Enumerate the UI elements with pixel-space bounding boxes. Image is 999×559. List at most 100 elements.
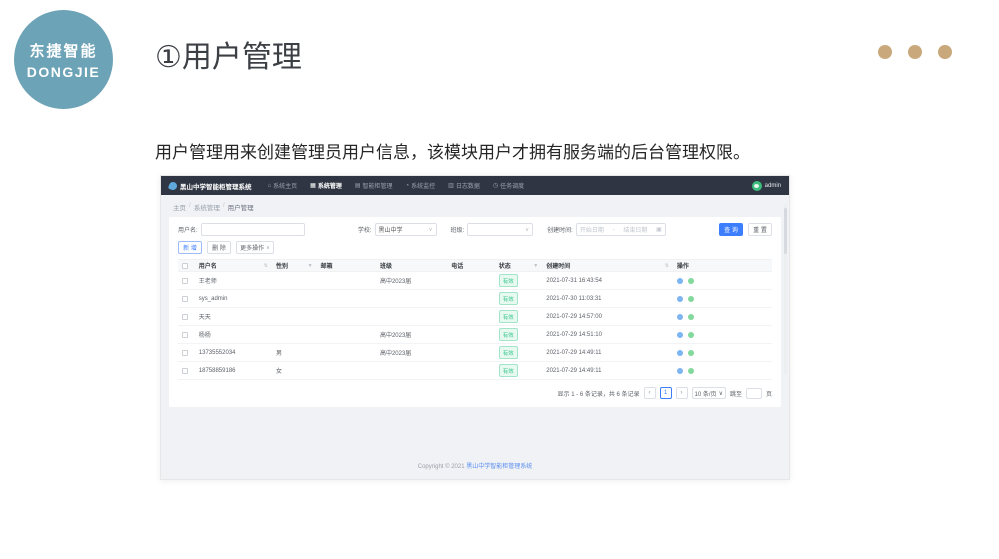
edit-icon[interactable] <box>676 349 683 356</box>
cell-created: 2021-07-29 14:49:11 <box>546 367 602 374</box>
status-badge: 有效 <box>498 292 518 305</box>
filter-bar: 用户名: 学校: 黑山中学 ∨ 班级: ∨ 创建时间: 开始日期 - 结束日期 … <box>178 223 772 236</box>
log-icon: ▥ <box>448 183 454 189</box>
jump-page-input[interactable] <box>745 387 762 399</box>
chevron-down-icon: ∨ <box>718 390 723 397</box>
cell-created: 2021-07-29 14:49:11 <box>546 349 602 356</box>
breadcrumb-section[interactable]: 系统管理 <box>194 202 220 212</box>
row-more-icon[interactable] <box>687 313 694 320</box>
cell-username: 18758859186 <box>198 367 236 374</box>
breadcrumb-home[interactable]: 主页 <box>173 202 186 212</box>
grid-icon: ▦ <box>310 183 316 189</box>
copyright-link[interactable]: 黑山中学智能柜管理系统 <box>466 464 532 470</box>
table-actions: 新 增 删 除 更多操作 ∨ <box>178 241 772 254</box>
row-more-icon[interactable] <box>687 331 694 338</box>
chevron-down-icon: ∨ <box>525 226 530 233</box>
search-button[interactable]: 查 询 <box>719 223 743 236</box>
app-brand[interactable]: 黑山中学智能柜管理系统 <box>167 180 252 191</box>
username-filter-input[interactable] <box>200 223 305 236</box>
avatar <box>751 180 762 191</box>
top-navbar: 黑山中学智能柜管理系统 ⌂ 系统主页 ▦ 系统管理 ▤ 智能柜管理 ◔ 系统监控… <box>161 176 789 195</box>
more-actions-button[interactable]: 更多操作 ∨ <box>236 241 274 254</box>
edit-icon[interactable] <box>676 295 683 302</box>
next-page-button[interactable]: › <box>675 387 688 399</box>
nav-item-home[interactable]: ⌂ 系统主页 <box>268 181 298 191</box>
reset-button[interactable]: 重 置 <box>748 223 772 236</box>
main-nav: ⌂ 系统主页 ▦ 系统管理 ▤ 智能柜管理 ◔ 系统监控 ▥ 日志数据 ◷ 任务… <box>268 181 525 191</box>
nav-item-tasks[interactable]: ◷ 任务调度 <box>493 181 524 190</box>
nav-item-monitor[interactable]: ◔ 系统监控 <box>405 181 436 191</box>
page-number-button[interactable]: 1 <box>659 387 672 399</box>
edit-icon[interactable] <box>676 331 683 338</box>
row-checkbox[interactable] <box>182 277 188 284</box>
calendar-icon: ▣ <box>656 227 662 233</box>
nav-item-logs[interactable]: ▥ 日志数据 <box>448 181 480 190</box>
dot-icon <box>878 45 892 59</box>
row-more-icon[interactable] <box>687 277 694 284</box>
user-management-panel: 用户名: 学校: 黑山中学 ∨ 班级: ∨ 创建时间: 开始日期 - 结束日期 … <box>169 217 781 407</box>
sort-icon[interactable]: ⇅ <box>665 263 669 269</box>
col-username: 用户名 <box>198 264 217 270</box>
dot-icon <box>938 45 952 59</box>
table-row: 杨杨 高中2023届 有效 2021-07-29 14:51:10 <box>178 326 772 344</box>
pagination: 显示 1 - 6 条记录，共 6 条记录 ‹ 1 › 10 条/页 ∨ 跳至 页 <box>178 387 772 399</box>
sort-icon[interactable]: ⇅ <box>264 263 268 269</box>
select-all-checkbox[interactable] <box>182 262 188 269</box>
row-checkbox[interactable] <box>182 295 188 302</box>
nav-item-system-mgmt[interactable]: ▦ 系统管理 <box>310 181 342 190</box>
date-end-placeholder: 结束日期 <box>623 228 648 234</box>
table-header: 用户名 ⇅ 性别 ▼ 邮箱 班级 电话 状态 ▼ 创建时间 ⇅ 操作 <box>178 259 772 272</box>
admin-screenshot: 黑山中学智能柜管理系统 ⌂ 系统主页 ▦ 系统管理 ▤ 智能柜管理 ◔ 系统监控… <box>160 175 790 480</box>
row-checkbox[interactable] <box>182 331 188 338</box>
jump-suffix: 页 <box>765 391 772 398</box>
cell-created: 2021-07-29 14:57:00 <box>546 313 602 320</box>
date-range-picker[interactable]: 开始日期 - 结束日期 ▣ <box>575 223 666 236</box>
row-checkbox[interactable] <box>182 367 188 374</box>
edit-icon[interactable] <box>676 367 683 374</box>
table-row: 13735552034 男 高中2023届 有效 2021-07-29 14:4… <box>178 344 772 362</box>
class-filter-label: 班级: <box>450 228 465 234</box>
cell-class: 高中2023届 <box>379 351 412 357</box>
cell-username: 天天 <box>198 315 211 321</box>
users-table: 用户名 ⇅ 性别 ▼ 邮箱 班级 电话 状态 ▼ 创建时间 ⇅ 操作 王老师 高… <box>178 259 772 380</box>
col-email: 邮箱 <box>320 264 333 270</box>
scrollbar-thumb[interactable] <box>784 208 787 254</box>
breadcrumb: 主页 / 系统管理 / 用户管理 <box>173 202 254 212</box>
cell-created: 2021-07-29 14:51:10 <box>546 331 602 338</box>
status-badge: 有效 <box>498 364 518 377</box>
school-filter-label: 学校: <box>357 228 372 234</box>
logo-text-en: DONGJIE <box>26 63 101 80</box>
add-button[interactable]: 新 增 <box>178 241 202 254</box>
row-checkbox[interactable] <box>182 349 188 356</box>
edit-icon[interactable] <box>676 277 683 284</box>
scrollbar[interactable] <box>784 204 787 374</box>
page-size-select[interactable]: 10 条/页 ∨ <box>691 387 726 399</box>
edit-icon[interactable] <box>676 313 683 320</box>
col-created: 创建时间 <box>546 264 571 270</box>
cell-class: 高中2023届 <box>379 279 412 285</box>
username-label: admin <box>764 182 781 189</box>
delete-button[interactable]: 删 除 <box>207 241 231 254</box>
user-menu[interactable]: admin <box>751 180 781 191</box>
monitor-icon: ◔ <box>405 182 410 189</box>
cell-username: 王老师 <box>198 279 217 285</box>
status-badge: 有效 <box>498 328 518 341</box>
cell-gender: 女 <box>276 369 283 375</box>
cell-username: 杨杨 <box>198 333 211 339</box>
date-start-placeholder: 开始日期 <box>579 228 604 234</box>
prev-page-button[interactable]: ‹ <box>643 387 656 399</box>
chevron-down-icon: ∨ <box>428 226 433 233</box>
filter-icon[interactable]: ▼ <box>533 263 538 269</box>
brand-logo-icon <box>167 180 179 191</box>
row-checkbox[interactable] <box>182 313 188 320</box>
row-more-icon[interactable] <box>687 295 694 302</box>
col-phone: 电话 <box>451 264 464 270</box>
school-select[interactable]: 黑山中学 ∨ <box>374 223 437 236</box>
cell-class: 高中2023届 <box>379 333 412 339</box>
class-select[interactable]: ∨ <box>467 223 534 236</box>
decoration-dots <box>878 45 952 59</box>
row-more-icon[interactable] <box>687 349 694 356</box>
row-more-icon[interactable] <box>687 367 694 374</box>
filter-icon[interactable]: ▼ <box>308 263 313 269</box>
nav-item-cabinet-mgmt[interactable]: ▤ 智能柜管理 <box>355 181 393 190</box>
